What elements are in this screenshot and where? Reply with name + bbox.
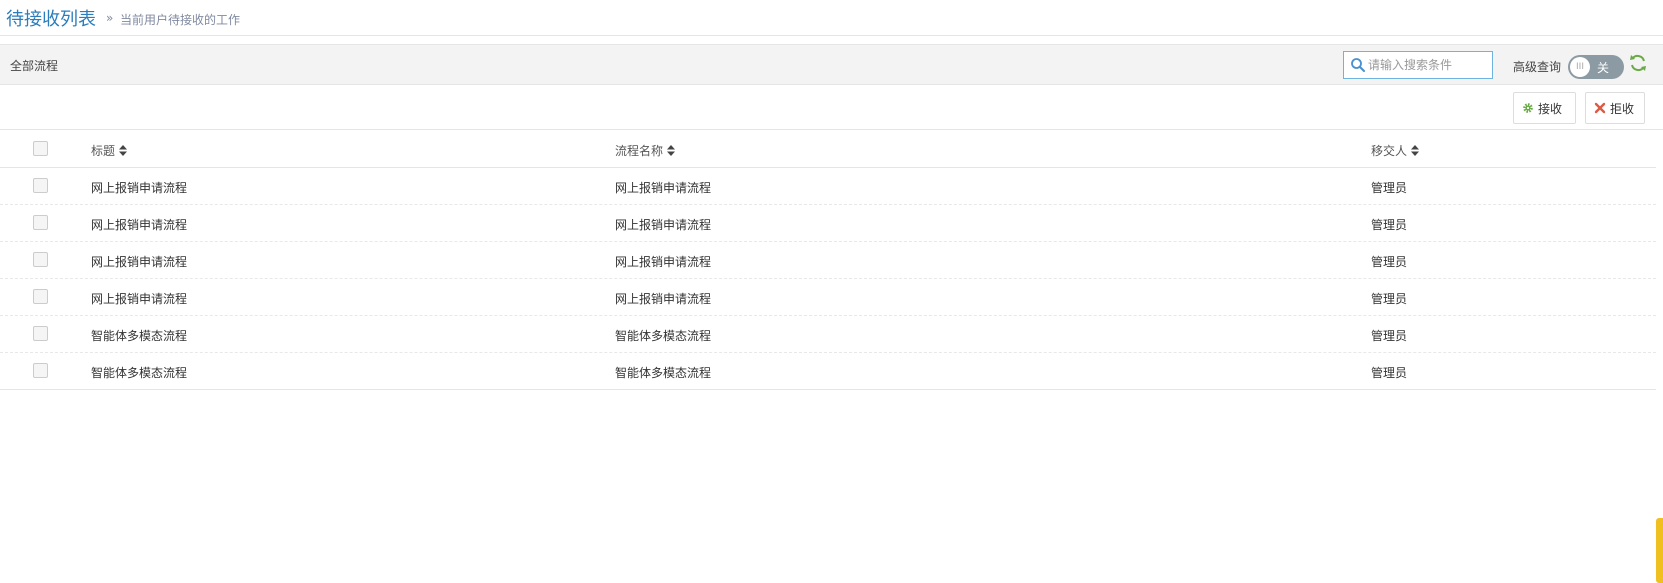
toggle-state-label: 关 <box>1597 61 1610 75</box>
row-checkbox[interactable] <box>33 215 48 230</box>
page-title: 待接收列表 <box>6 9 96 30</box>
reject-label: 拒收 <box>1610 101 1635 116</box>
search-box[interactable] <box>1343 51 1493 79</box>
row-checkbox[interactable] <box>33 178 48 193</box>
sort-icon <box>667 145 676 156</box>
table-header: 标题 流程名称 移交人 <box>0 131 1656 168</box>
row-title: 智能体多模态流程 <box>91 366 188 380</box>
column-header-transferrer[interactable]: 移交人 <box>1371 142 1420 159</box>
sort-icon <box>1411 145 1420 156</box>
breadcrumb-separator: » <box>106 11 114 25</box>
row-process-name: 网上报销申请流程 <box>615 181 712 195</box>
filter-label: 全部流程 <box>10 59 59 73</box>
table-row[interactable]: 智能体多模态流程 智能体多模态流程 管理员 <box>0 353 1656 390</box>
row-title: 网上报销申请流程 <box>91 181 188 195</box>
search-icon <box>1351 58 1365 72</box>
column-header-process-name[interactable]: 流程名称 <box>615 142 676 159</box>
accept-button[interactable]: 接收 <box>1513 92 1576 124</box>
row-title: 网上报销申请流程 <box>91 255 188 269</box>
row-checkbox[interactable] <box>33 289 48 304</box>
column-header-title[interactable]: 标题 <box>91 142 128 159</box>
row-process-name: 智能体多模态流程 <box>615 366 712 380</box>
row-title: 网上报销申请流程 <box>91 292 188 306</box>
row-checkbox[interactable] <box>33 326 48 341</box>
row-transferrer: 管理员 <box>1371 329 1408 343</box>
row-transferrer: 管理员 <box>1371 255 1408 269</box>
select-all-checkbox[interactable] <box>33 141 48 156</box>
row-title: 网上报销申请流程 <box>91 218 188 232</box>
row-process-name: 网上报销申请流程 <box>615 292 712 306</box>
filter-toolbar: 全部流程 高级查询 III 关 <box>0 44 1663 85</box>
row-transferrer: 管理员 <box>1371 181 1408 195</box>
close-icon <box>1594 102 1606 114</box>
table-row[interactable]: 网上报销申请流程 网上报销申请流程 管理员 <box>0 242 1656 279</box>
table-row[interactable]: 网上报销申请流程 网上报销申请流程 管理员 <box>0 168 1656 205</box>
sort-icon <box>119 145 128 156</box>
row-title: 智能体多模态流程 <box>91 329 188 343</box>
refresh-icon[interactable] <box>1628 53 1648 73</box>
advanced-search-toggle[interactable]: III 关 <box>1568 55 1624 79</box>
table-row[interactable]: 智能体多模态流程 智能体多模态流程 管理员 <box>0 316 1656 353</box>
row-process-name: 网上报销申请流程 <box>615 255 712 269</box>
row-transferrer: 管理员 <box>1371 218 1408 232</box>
row-process-name: 智能体多模态流程 <box>615 329 712 343</box>
row-checkbox[interactable] <box>33 363 48 378</box>
advanced-search-label: 高级查询 <box>1513 60 1562 74</box>
toggle-knob: III <box>1570 57 1590 77</box>
action-bar: 接收 拒收 <box>0 86 1663 130</box>
task-table: 标题 流程名称 移交人 网上报销申请流程 网上报销申请流程 管理员 网上报销申请… <box>0 131 1656 390</box>
row-transferrer: 管理员 <box>1371 292 1408 306</box>
gear-icon <box>1523 103 1533 113</box>
scrollbar-handle[interactable] <box>1656 518 1663 583</box>
page-header: 待接收列表 » 当前用户待接收的工作 <box>0 0 1663 36</box>
page-subtitle: 当前用户待接收的工作 <box>120 13 241 27</box>
table-row[interactable]: 网上报销申请流程 网上报销申请流程 管理员 <box>0 205 1656 242</box>
accept-label: 接收 <box>1538 101 1563 116</box>
table-row[interactable]: 网上报销申请流程 网上报销申请流程 管理员 <box>0 279 1656 316</box>
row-transferrer: 管理员 <box>1371 366 1408 380</box>
reject-button[interactable]: 拒收 <box>1585 92 1645 124</box>
row-process-name: 网上报销申请流程 <box>615 218 712 232</box>
search-input[interactable] <box>1368 55 1488 75</box>
row-checkbox[interactable] <box>33 252 48 267</box>
